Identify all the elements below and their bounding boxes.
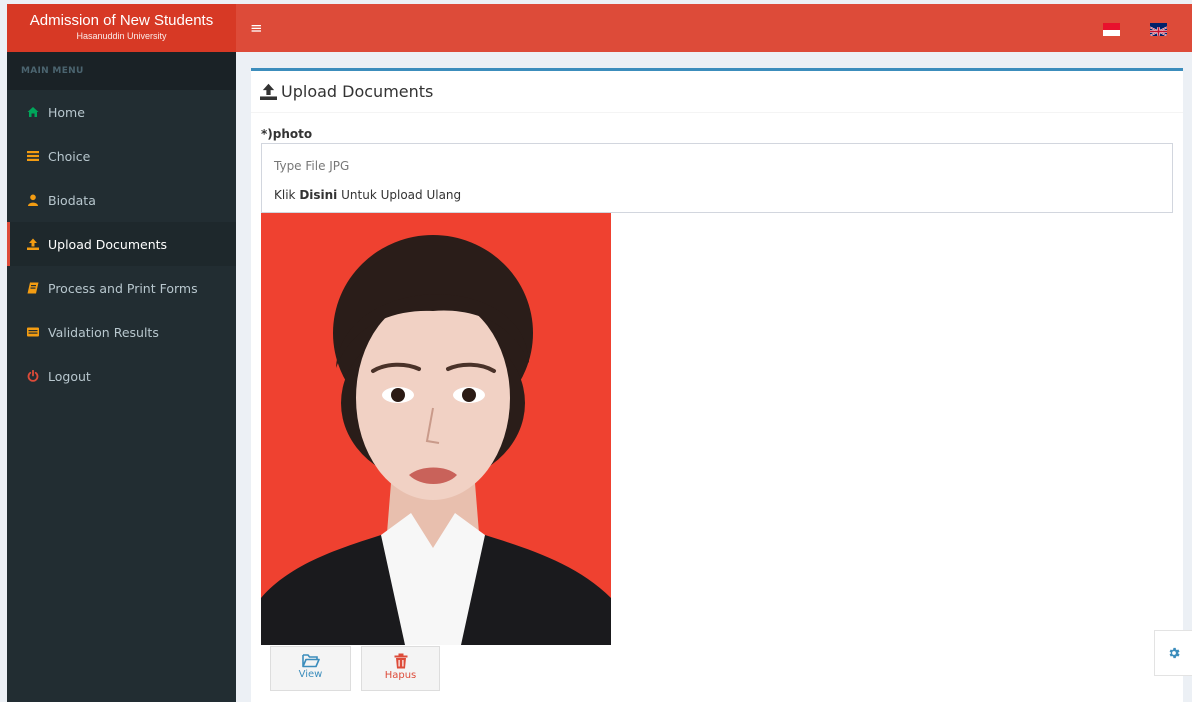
sidebar-item-label: Logout bbox=[48, 368, 91, 384]
flag-uk-icon[interactable] bbox=[1150, 23, 1167, 36]
uploaded-photo bbox=[261, 213, 611, 645]
sidebar: MAIN MENU Home Choice Biodata Upload Doc… bbox=[7, 52, 236, 702]
sidebar-item-logout[interactable]: Logout bbox=[7, 354, 236, 398]
sidebar-item-home[interactable]: Home bbox=[7, 90, 236, 134]
sidebar-item-label: Biodata bbox=[48, 192, 96, 208]
sidebar-item-label: Upload Documents bbox=[48, 236, 168, 252]
sidebar-item-label: Process and Print Forms bbox=[48, 280, 198, 296]
view-button-label: View bbox=[298, 669, 323, 680]
top-navbar: ≡ bbox=[236, 4, 1192, 52]
flag-indonesia-icon[interactable] bbox=[1103, 23, 1120, 36]
user-icon bbox=[28, 194, 38, 206]
sidebar-item-biodata[interactable]: Biodata bbox=[7, 178, 236, 222]
sidebar-item-label: Choice bbox=[48, 148, 91, 164]
photo-file-input[interactable]: Type File JPG Klik Disini Untuk Upload U… bbox=[261, 143, 1173, 213]
id-card-icon bbox=[27, 327, 39, 337]
power-icon bbox=[27, 370, 39, 382]
app-logo[interactable]: Admission of New Students Hasanuddin Uni… bbox=[7, 4, 236, 52]
app-title: Admission of New Students bbox=[29, 12, 214, 29]
delete-button[interactable]: Hapus bbox=[361, 646, 440, 691]
upload-icon bbox=[260, 83, 277, 100]
settings-gear-button[interactable] bbox=[1154, 630, 1192, 676]
photo-field-label: *)photo bbox=[261, 127, 313, 141]
view-button[interactable]: View bbox=[270, 646, 351, 691]
sidebar-item-process-print-forms[interactable]: Process and Print Forms bbox=[7, 266, 236, 310]
book-icon bbox=[27, 282, 39, 294]
sidebar-item-choice[interactable]: Choice bbox=[7, 134, 236, 178]
sidebar-item-validation-results[interactable]: Validation Results bbox=[7, 310, 236, 354]
upload-documents-panel: Upload Documents *)photo Type File JPG K… bbox=[251, 68, 1183, 702]
app-subtitle: Hasanuddin University bbox=[76, 31, 167, 41]
list-icon bbox=[27, 151, 39, 161]
trash-icon bbox=[394, 653, 407, 669]
sidebar-item-label: Home bbox=[48, 104, 85, 120]
menu-toggle-icon[interactable]: ≡ bbox=[250, 19, 263, 37]
folder-open-icon bbox=[301, 654, 320, 668]
home-icon bbox=[27, 107, 39, 117]
upload-icon bbox=[27, 238, 39, 250]
file-type-hint: Type File JPG bbox=[274, 159, 350, 173]
reupload-hint: Klik Disini Untuk Upload Ulang bbox=[274, 188, 462, 202]
panel-header: Upload Documents bbox=[251, 71, 1183, 113]
sidebar-item-label: Validation Results bbox=[48, 324, 159, 340]
delete-button-label: Hapus bbox=[384, 670, 417, 681]
sidebar-header: MAIN MENU bbox=[7, 52, 236, 90]
reupload-link[interactable]: Disini bbox=[299, 188, 337, 202]
gear-icon bbox=[1169, 647, 1180, 659]
app-window: Admission of New Students Hasanuddin Uni… bbox=[0, 0, 1192, 702]
sidebar-item-upload-documents[interactable]: Upload Documents bbox=[7, 222, 236, 266]
page-title: Upload Documents bbox=[281, 82, 434, 101]
